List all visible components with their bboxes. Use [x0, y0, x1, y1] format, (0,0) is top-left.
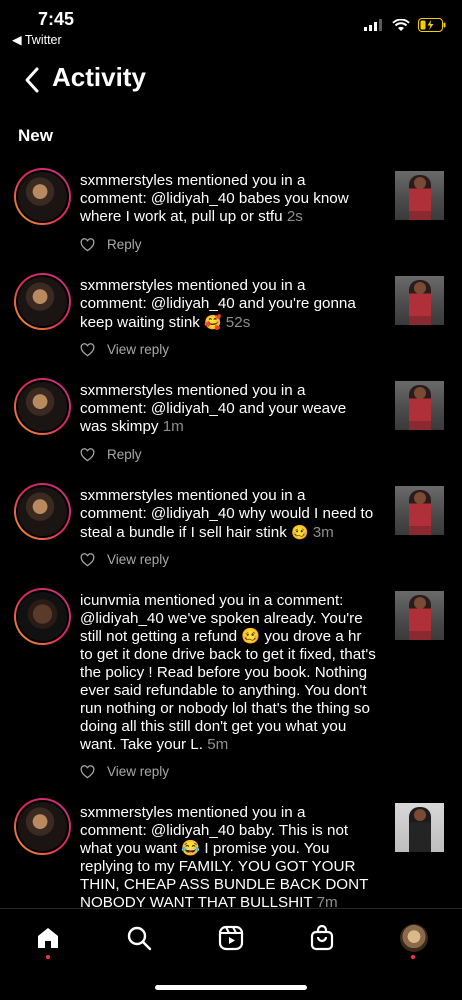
item-actions: View reply: [80, 764, 169, 779]
reply-button[interactable]: Reply: [107, 237, 142, 252]
page-title: Activity: [52, 62, 146, 92]
view-reply-button[interactable]: View reply: [107, 342, 169, 357]
post-thumbnail[interactable]: [395, 803, 444, 852]
status-bar: 7:45 ◀ Twitter: [0, 0, 462, 50]
timestamp: 5m: [207, 736, 229, 753]
post-thumbnail[interactable]: [395, 171, 444, 220]
item-actions: View reply: [80, 552, 169, 567]
activity-item[interactable]: sxmmerstyles mentioned you in a comment:…: [0, 273, 462, 368]
username[interactable]: sxmmerstyles: [80, 487, 173, 504]
activity-text[interactable]: sxmmerstyles mentioned you in a comment:…: [80, 382, 376, 436]
item-actions: Reply: [80, 237, 142, 252]
nav-home[interactable]: [33, 923, 63, 953]
activity-text[interactable]: sxmmerstyles mentioned you in a comment:…: [80, 172, 376, 226]
reply-button[interactable]: Reply: [107, 447, 142, 462]
heart-icon[interactable]: [80, 552, 95, 567]
section-heading-new: New: [18, 126, 53, 145]
system-icons: [364, 18, 446, 32]
status-time: 7:45: [38, 9, 75, 29]
heart-icon[interactable]: [80, 764, 95, 779]
avatar[interactable]: [14, 798, 71, 855]
post-thumbnail[interactable]: [395, 381, 444, 430]
wifi-icon: [392, 18, 410, 31]
home-notification-dot: [46, 955, 50, 959]
nav-reels[interactable]: [216, 923, 246, 953]
post-thumbnail[interactable]: [395, 486, 444, 535]
view-reply-button[interactable]: View reply: [107, 764, 169, 779]
activity-item[interactable]: sxmmerstyles mentioned you in a comment:…: [0, 378, 462, 473]
avatar[interactable]: [14, 273, 71, 330]
timestamp: 2s: [286, 208, 303, 225]
username[interactable]: sxmmerstyles: [80, 172, 173, 189]
search-icon[interactable]: [126, 925, 152, 951]
battery-icon: [418, 18, 446, 32]
nav-shop[interactable]: [307, 923, 337, 953]
back-to-app-link[interactable]: ◀ Twitter: [12, 32, 62, 47]
avatar[interactable]: [14, 378, 71, 435]
nav-search[interactable]: [124, 923, 154, 953]
shop-icon[interactable]: [309, 925, 335, 951]
reels-icon[interactable]: [218, 925, 244, 951]
item-actions: Reply: [80, 447, 142, 462]
emoji: 🥰: [204, 314, 222, 330]
activity-message: mentioned you in a comment: @lidiyah_40 …: [80, 592, 376, 753]
nav-profile[interactable]: [399, 923, 429, 953]
back-chevron-icon[interactable]: [22, 66, 42, 94]
activity-item[interactable]: sxmmerstyles mentioned you in a comment:…: [0, 483, 462, 578]
signal-icon: [364, 19, 382, 31]
home-indicator: [155, 985, 307, 990]
heart-icon[interactable]: [80, 342, 95, 357]
timestamp: 52s: [225, 314, 251, 331]
username[interactable]: sxmmerstyles: [80, 382, 173, 399]
activity-text[interactable]: sxmmerstyles mentioned you in a comment:…: [80, 277, 376, 332]
activity-item[interactable]: sxmmerstyles mentioned you in a comment:…: [0, 798, 462, 908]
username[interactable]: sxmmerstyles: [80, 804, 173, 821]
activity-text[interactable]: icunvmia mentioned you in a comment: @li…: [80, 592, 376, 754]
home-icon[interactable]: [35, 925, 61, 951]
avatar[interactable]: [14, 168, 71, 225]
activity-item[interactable]: sxmmerstyles mentioned you in a comment:…: [0, 168, 462, 263]
emoji: 🥴: [291, 524, 309, 540]
avatar[interactable]: [14, 483, 71, 540]
username[interactable]: icunvmia: [80, 592, 140, 609]
username[interactable]: sxmmerstyles: [80, 277, 173, 294]
profile-notification-dot: [411, 955, 415, 959]
timestamp: 7m: [316, 894, 338, 908]
heart-icon[interactable]: [80, 237, 95, 252]
view-reply-button[interactable]: View reply: [107, 552, 169, 567]
activity-text[interactable]: sxmmerstyles mentioned you in a comment:…: [80, 487, 376, 542]
activity-text[interactable]: sxmmerstyles mentioned you in a comment:…: [80, 804, 376, 908]
avatar[interactable]: [14, 588, 71, 645]
heart-icon[interactable]: [80, 447, 95, 462]
activity-item[interactable]: icunvmia mentioned you in a comment: @li…: [0, 588, 462, 788]
profile-avatar[interactable]: [400, 924, 428, 952]
timestamp: 1m: [162, 418, 184, 435]
activity-header: Activity: [0, 60, 462, 100]
post-thumbnail[interactable]: [395, 276, 444, 325]
post-thumbnail[interactable]: [395, 591, 444, 640]
item-actions: View reply: [80, 342, 169, 357]
timestamp: 3m: [312, 524, 334, 541]
